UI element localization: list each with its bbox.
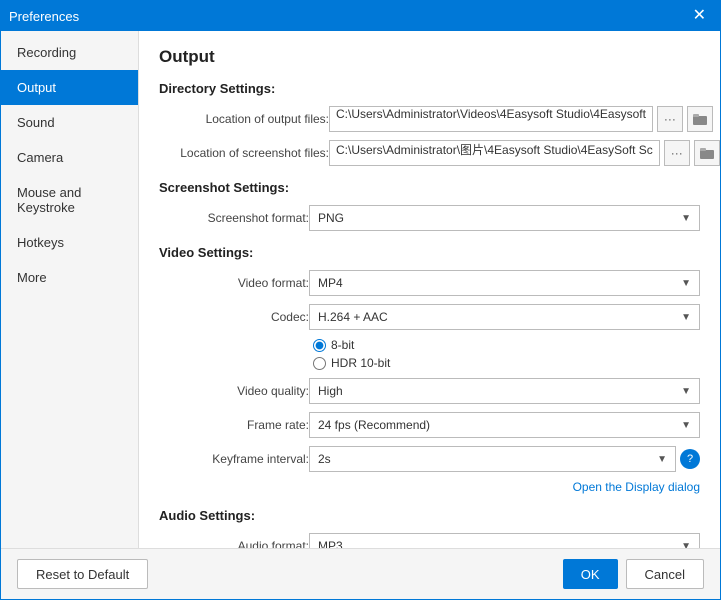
output-location-row: Location of output files: C:\Users\Admin… [159, 106, 700, 132]
screenshot-format-dropdown[interactable]: PNG ▼ [309, 205, 700, 231]
keyframe-value: 2s [318, 452, 331, 466]
screenshot-path-input[interactable]: C:\Users\Administrator\图片\4Easysoft Stud… [329, 140, 660, 166]
titlebar: Preferences ✕ [1, 1, 720, 31]
audio-format-label: Audio format: [159, 539, 309, 548]
chevron-down-icon-3: ▼ [681, 312, 691, 323]
radio-8bit-label: 8-bit [331, 338, 354, 352]
keyframe-row: Keyframe interval: 2s ▼ ? [159, 446, 700, 472]
directory-section-title: Directory Settings: [159, 81, 700, 96]
output-location-control: C:\Users\Administrator\Videos\4Easysoft … [329, 106, 713, 132]
frame-rate-dropdown[interactable]: 24 fps (Recommend) ▼ [309, 412, 700, 438]
footer: Reset to Default OK Cancel [1, 548, 720, 599]
video-quality-dropdown[interactable]: High ▼ [309, 378, 700, 404]
output-location-label: Location of output files: [159, 112, 329, 126]
content-area: Recording Output Sound Camera Mouse and … [1, 31, 720, 548]
radio-8bit[interactable]: 8-bit [313, 338, 390, 352]
codec-row: Codec: H.264 + AAC ▼ [159, 304, 700, 330]
keyframe-dropdown[interactable]: 2s ▼ [309, 446, 676, 472]
video-format-dropdown[interactable]: MP4 ▼ [309, 270, 700, 296]
open-display-link[interactable]: Open the Display dialog [159, 480, 700, 494]
frame-rate-row: Frame rate: 24 fps (Recommend) ▼ [159, 412, 700, 438]
sidebar-item-output[interactable]: Output [1, 70, 138, 105]
footer-right: OK Cancel [563, 559, 704, 589]
video-quality-value: High [318, 384, 343, 398]
close-button[interactable]: ✕ [687, 6, 712, 26]
audio-format-value: MP3 [318, 539, 343, 548]
video-quality-row: Video quality: High ▼ [159, 378, 700, 404]
chevron-down-icon: ▼ [681, 213, 691, 224]
sidebar-item-recording[interactable]: Recording [1, 35, 138, 70]
sidebar-item-sound[interactable]: Sound [1, 105, 138, 140]
bit-depth-group: 8-bit HDR 10-bit [313, 338, 390, 370]
screenshot-location-row: Location of screenshot files: C:\Users\A… [159, 140, 700, 166]
audio-format-control: MP3 ▼ [309, 533, 700, 548]
video-section-title: Video Settings: [159, 245, 700, 260]
screenshot-location-label: Location of screenshot files: [159, 146, 329, 160]
folder-icon-2 [700, 147, 714, 159]
frame-rate-label: Frame rate: [159, 418, 309, 432]
audio-format-dropdown[interactable]: MP3 ▼ [309, 533, 700, 548]
ok-button[interactable]: OK [563, 559, 618, 589]
chevron-down-icon-5: ▼ [681, 420, 691, 431]
page-title: Output [159, 47, 700, 67]
video-quality-label: Video quality: [159, 384, 309, 398]
frame-rate-value: 24 fps (Recommend) [318, 418, 430, 432]
screenshot-format-value: PNG [318, 211, 344, 225]
codec-label: Codec: [159, 310, 309, 324]
codec-value: H.264 + AAC [318, 310, 388, 324]
preferences-window: Preferences ✕ Recording Output Sound Cam… [0, 0, 721, 600]
video-format-row: Video format: MP4 ▼ [159, 270, 700, 296]
frame-rate-control: 24 fps (Recommend) ▼ [309, 412, 700, 438]
main-panel: Output Directory Settings: Location of o… [139, 31, 720, 548]
screenshot-location-control: C:\Users\Administrator\图片\4Easysoft Stud… [329, 140, 720, 166]
screenshot-format-control: PNG ▼ [309, 205, 700, 231]
bit-depth-row: 8-bit HDR 10-bit [159, 338, 700, 370]
screenshot-format-row: Screenshot format: PNG ▼ [159, 205, 700, 231]
video-quality-control: High ▼ [309, 378, 700, 404]
help-button[interactable]: ? [680, 449, 700, 469]
cancel-button[interactable]: Cancel [626, 559, 704, 589]
bit-depth-control: 8-bit HDR 10-bit [309, 338, 700, 370]
window-title: Preferences [9, 9, 79, 24]
screenshot-section-title: Screenshot Settings: [159, 180, 700, 195]
folder-icon [693, 113, 707, 125]
screenshot-format-label: Screenshot format: [159, 211, 309, 225]
chevron-down-icon-7: ▼ [681, 541, 691, 549]
audio-format-row: Audio format: MP3 ▼ [159, 533, 700, 548]
screenshot-ellipsis-btn[interactable]: ··· [664, 140, 690, 166]
sidebar: Recording Output Sound Camera Mouse and … [1, 31, 139, 548]
radio-8bit-input[interactable] [313, 339, 326, 352]
audio-section-title: Audio Settings: [159, 508, 700, 523]
output-folder-btn[interactable] [687, 106, 713, 132]
sidebar-item-mouse[interactable]: Mouse and Keystroke [1, 175, 138, 225]
sidebar-item-camera[interactable]: Camera [1, 140, 138, 175]
keyframe-inner: 2s ▼ ? [309, 446, 700, 472]
chevron-down-icon-2: ▼ [681, 278, 691, 289]
chevron-down-icon-6: ▼ [657, 454, 667, 465]
codec-dropdown[interactable]: H.264 + AAC ▼ [309, 304, 700, 330]
sidebar-item-hotkeys[interactable]: Hotkeys [1, 225, 138, 260]
sidebar-item-more[interactable]: More [1, 260, 138, 295]
screenshot-folder-btn[interactable] [694, 140, 720, 166]
video-format-label: Video format: [159, 276, 309, 290]
radio-hdr-input[interactable] [313, 357, 326, 370]
radio-hdr-label: HDR 10-bit [331, 356, 390, 370]
keyframe-label: Keyframe interval: [159, 452, 309, 466]
reset-button[interactable]: Reset to Default [17, 559, 148, 589]
video-format-value: MP4 [318, 276, 343, 290]
keyframe-control: 2s ▼ ? [309, 446, 700, 472]
radio-hdr[interactable]: HDR 10-bit [313, 356, 390, 370]
output-ellipsis-btn[interactable]: ··· [657, 106, 683, 132]
output-path-input[interactable]: C:\Users\Administrator\Videos\4Easysoft … [329, 106, 653, 132]
chevron-down-icon-4: ▼ [681, 386, 691, 397]
codec-control: H.264 + AAC ▼ [309, 304, 700, 330]
video-format-control: MP4 ▼ [309, 270, 700, 296]
